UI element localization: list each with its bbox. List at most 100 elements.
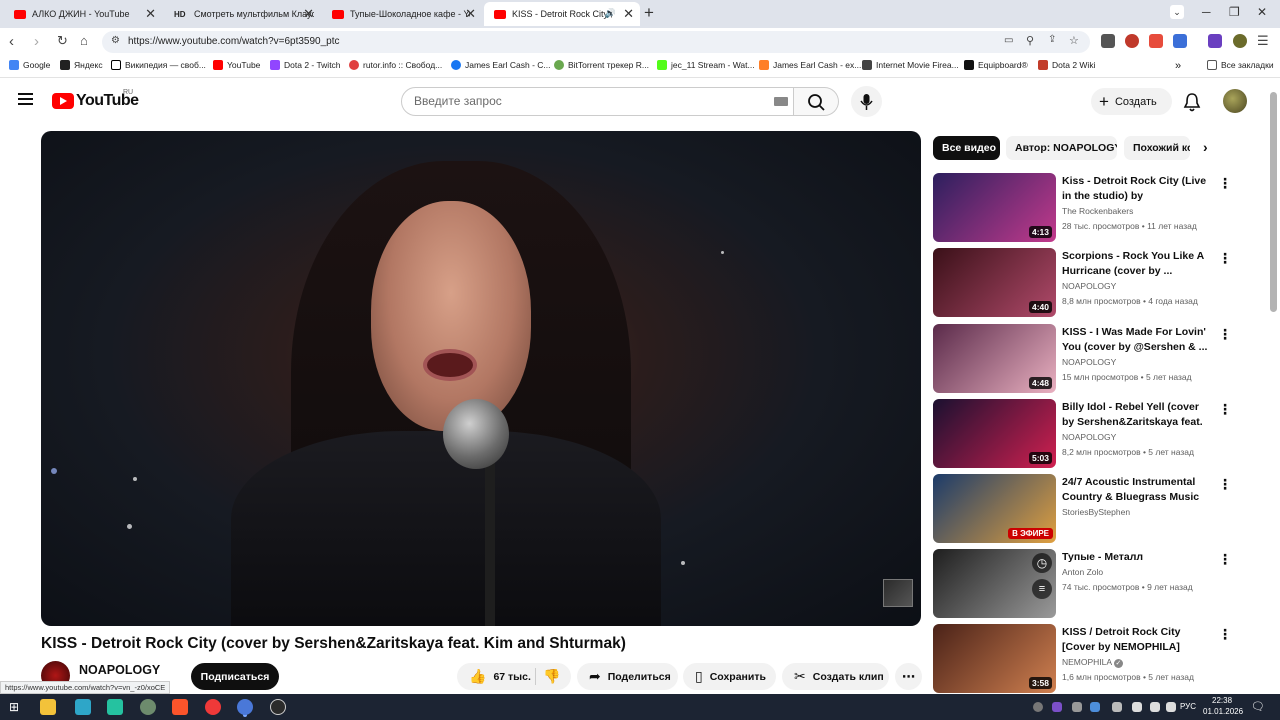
minimize-button[interactable]: ─	[1202, 5, 1211, 19]
browser-tab[interactable]: Тупые-Шоколадное кафе - Yo ✕	[322, 2, 482, 26]
related-channel-name[interactable]: Anton Zolo	[1062, 567, 1103, 577]
related-video[interactable]: 4:40 Scorpions - Rock You Like A Hurrica…	[933, 248, 1233, 318]
related-video[interactable]: 5:03 Billy Idol - Rebel Yell (cover by S…	[933, 399, 1233, 469]
site-info-icon[interactable]: ⚙	[111, 35, 120, 46]
search-box[interactable]	[401, 87, 794, 116]
more-bookmarks-icon[interactable]: »	[1175, 60, 1181, 72]
channel-name[interactable]: NOAPOLOGY	[79, 663, 160, 677]
zoom-icon[interactable]: ⚲	[1026, 34, 1034, 47]
search-button[interactable]	[794, 87, 839, 116]
related-video[interactable]: ◷ ≡ Тупые - Металл Anton Zolo 74 тыс. пр…	[933, 549, 1233, 619]
tiktok-icon[interactable]	[107, 699, 123, 715]
hamburger-menu-icon[interactable]	[18, 93, 33, 105]
thumbs-down-icon[interactable]: 👎	[543, 668, 560, 685]
puzzle-extensions-icon[interactable]	[1173, 34, 1187, 48]
related-channel-name[interactable]: NOAPOLOGY	[1062, 281, 1116, 291]
tray-icon[interactable]	[1112, 702, 1122, 712]
tray-icon[interactable]	[1052, 702, 1062, 712]
new-tab-button[interactable]: +	[644, 3, 654, 23]
browser-tab[interactable]: АЛКО ДЖИН - YouTube ✕	[4, 2, 162, 26]
related-video[interactable]: 4:13 Kiss - Detroit Rock City (Live in t…	[933, 173, 1233, 243]
related-video-title[interactable]: Kiss - Detroit Rock City (Live in the st…	[1062, 174, 1212, 204]
related-channel-name[interactable]: NOAPOLOGY	[1062, 432, 1116, 442]
clip-button[interactable]: ✂ Создать клип	[782, 663, 889, 690]
bookmark-item[interactable]: Dota 2 Wiki	[1038, 60, 1095, 70]
network-icon[interactable]	[1150, 702, 1160, 712]
subscribe-button[interactable]: Подписаться	[191, 663, 279, 690]
chevron-right-icon[interactable]: ›	[1203, 139, 1208, 155]
related-video-title[interactable]: Scorpions - Rock You Like A Hurricane (c…	[1062, 249, 1212, 279]
close-tab-icon[interactable]: ✕	[303, 6, 314, 22]
more-vertical-icon[interactable]: ⋮	[1218, 476, 1232, 493]
extension-icon[interactable]	[1125, 34, 1139, 48]
related-video-title[interactable]: Тупые - Металл	[1062, 550, 1212, 565]
bookmark-item[interactable]: Яндекс	[60, 60, 103, 70]
bookmark-item[interactable]: Google	[9, 60, 50, 70]
browser-tab-active[interactable]: KISS - Detroit Rock City (co 🔊 ✕	[484, 2, 640, 26]
bookmark-item[interactable]: jec_11 Stream - Wat...	[657, 60, 755, 70]
video-thumbnail[interactable]: 5:03	[933, 399, 1056, 468]
more-vertical-icon[interactable]: ⋮	[1218, 326, 1232, 343]
search-input[interactable]	[414, 94, 754, 108]
more-vertical-icon[interactable]: ⋮	[1218, 551, 1232, 568]
taskbar-app-icon[interactable]	[75, 699, 91, 715]
chrome-browser-icon[interactable]	[237, 699, 253, 715]
account-avatar[interactable]	[1223, 89, 1247, 113]
more-vertical-icon[interactable]: ⋮	[1218, 175, 1232, 192]
notification-center-icon[interactable]: 🗨	[1251, 699, 1267, 715]
install-app-icon[interactable]: ▭	[1004, 35, 1013, 46]
video-thumbnail[interactable]: 4:48	[933, 324, 1056, 393]
reload-icon[interactable]: ↻	[57, 33, 68, 49]
watch-later-clock-icon[interactable]: ◷	[1032, 553, 1052, 573]
browser-menu-icon[interactable]: ☰	[1257, 33, 1269, 49]
related-video-title[interactable]: Billy Idol - Rebel Yell (cover by Sershe…	[1062, 400, 1212, 430]
close-tab-icon[interactable]: ✕	[623, 6, 634, 22]
related-channel-name[interactable]: NEMOPHILA ✓	[1062, 657, 1123, 668]
page-scrollbar[interactable]	[1270, 92, 1277, 312]
save-button[interactable]: ▯ Сохранить	[683, 663, 776, 690]
video-thumbnail[interactable]: 4:13	[933, 173, 1056, 242]
chip-author[interactable]: Автор: NOAPOLOGY	[1006, 136, 1117, 160]
related-video-title[interactable]: KISS / Detroit Rock City [Cover by NEMOP…	[1062, 625, 1212, 655]
bookmark-item[interactable]: Dota 2 - Twitch	[270, 60, 341, 70]
voice-search-button[interactable]	[851, 86, 882, 117]
video-player[interactable]	[41, 131, 921, 626]
file-explorer-icon[interactable]	[40, 699, 56, 715]
clock-time[interactable]: 22:38	[1212, 696, 1232, 705]
more-vertical-icon[interactable]: ⋮	[1218, 250, 1232, 267]
obs-icon[interactable]	[270, 699, 286, 715]
extension-icon[interactable]	[1149, 34, 1163, 48]
notifications-bell-icon[interactable]	[1183, 92, 1201, 117]
related-video[interactable]: 4:48 KISS - I Was Made For Lovin' You (c…	[933, 324, 1233, 394]
chip-related[interactable]: Похожий ко	[1124, 136, 1190, 160]
video-thumbnail[interactable]: 4:40	[933, 248, 1056, 317]
more-vertical-icon[interactable]: ⋮	[1218, 401, 1232, 418]
windows-start-icon[interactable]: ⊞	[9, 699, 25, 715]
extension-icon[interactable]	[1101, 34, 1115, 48]
maximize-button[interactable]: ❐	[1229, 5, 1240, 19]
profile-icon[interactable]	[1233, 34, 1247, 48]
taskbar-app-icon[interactable]	[140, 699, 156, 715]
tray-icon[interactable]	[1090, 702, 1100, 712]
url-text[interactable]: https://www.youtube.com/watch?v=6pt3590_…	[128, 36, 340, 47]
related-video[interactable]: 3:58 KISS / Detroit Rock City [Cover by …	[933, 624, 1233, 694]
related-channel-name[interactable]: NOAPOLOGY	[1062, 357, 1116, 367]
bookmark-item[interactable]: Internet Movie Firea...	[862, 60, 959, 70]
endscreen-thumbnail[interactable]	[883, 579, 913, 607]
video-thumbnail[interactable]: ◷ ≡	[933, 549, 1056, 618]
related-channel-name[interactable]: StoriesByStephen	[1062, 507, 1130, 517]
keyboard-icon[interactable]	[774, 97, 788, 106]
reading-list-icon[interactable]	[1208, 34, 1222, 48]
video-thumbnail[interactable]: 3:58	[933, 624, 1056, 693]
share-button[interactable]: ➦ Поделиться	[577, 663, 678, 690]
bookmark-star-icon[interactable]: ☆	[1069, 34, 1079, 47]
youtube-logo-icon[interactable]	[52, 93, 74, 109]
related-video[interactable]: В ЭФИРЕ 24/7 Acoustic Instrumental Count…	[933, 474, 1233, 544]
add-to-queue-icon[interactable]: ≡	[1032, 579, 1052, 599]
input-language[interactable]: РУС	[1180, 702, 1196, 711]
forward-arrow-icon[interactable]: ›	[34, 33, 39, 50]
bookmark-item[interactable]: James Earl Cash - ex...	[759, 60, 861, 70]
browser-tab[interactable]: HD Смотреть мультфильм Клаус ✕	[164, 2, 320, 26]
all-bookmarks-button[interactable]: Все закладки	[1207, 60, 1274, 70]
more-vertical-icon[interactable]: ⋮	[1218, 626, 1232, 643]
